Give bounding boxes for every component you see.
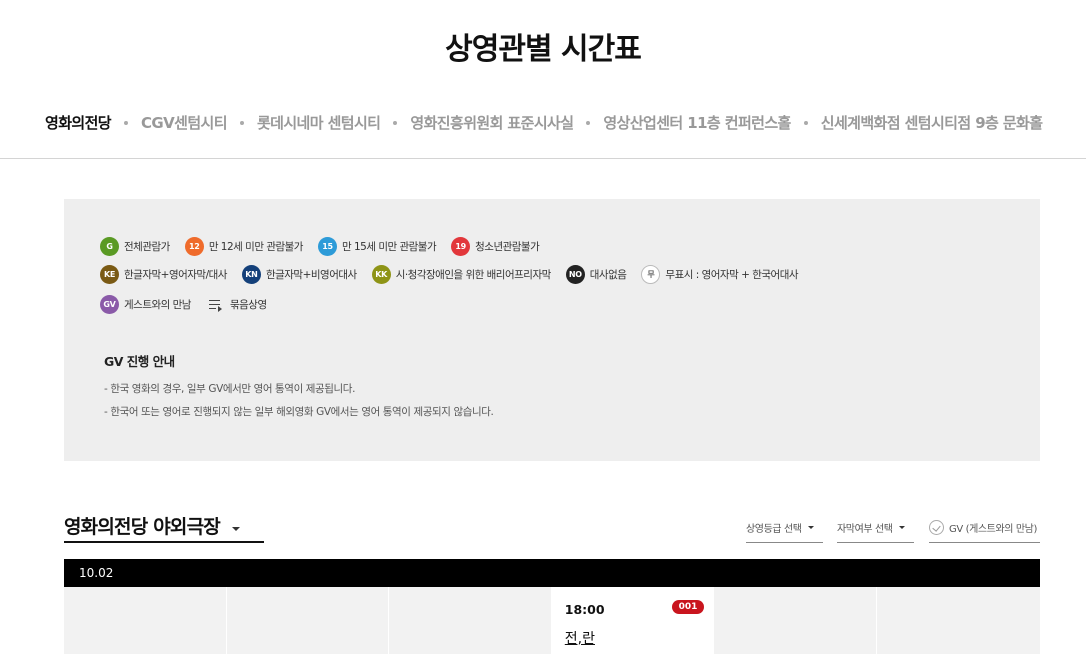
nav-separator bbox=[393, 120, 398, 125]
gv-filter-label: GV (게스트와의 만남) bbox=[949, 523, 1037, 535]
legend-item: GV 게스트와의 만남 bbox=[100, 295, 191, 314]
chevron-down-icon bbox=[898, 525, 905, 529]
show-card[interactable]: 18:00 001 전,란 bbox=[551, 587, 715, 654]
legend-box: G 전체관람가 12 만 12세 미만 관람불가 15 만 15세 미만 관람불가 19 청소… bbox=[64, 199, 1040, 461]
nav-separator bbox=[124, 120, 129, 125]
legend-label: 만 15세 미만 관람불가 bbox=[341, 241, 437, 253]
show-time: 18:00 bbox=[564, 602, 605, 617]
schedule-cell bbox=[877, 587, 1040, 654]
venue-tab[interactable]: 신세계백화점 센텀시티점 9층 문화홀 bbox=[821, 112, 1043, 133]
gv-filter-toggle[interactable]: GV (게스트와의 만남) bbox=[929, 512, 1040, 543]
rating-badge-g: G bbox=[100, 237, 119, 256]
nav-separator bbox=[803, 120, 808, 125]
rating-badge-무: 무 bbox=[641, 265, 661, 284]
venue-tab[interactable]: 롯데시네마 센텀시티 bbox=[257, 112, 381, 133]
rating-badge-12: 12 bbox=[184, 237, 204, 256]
legend-item: 12 만 12세 미만 관람불가 bbox=[184, 237, 304, 256]
rating-badge-no: NO bbox=[565, 265, 585, 284]
legend-label: 게스트와의 만남 bbox=[124, 299, 191, 311]
venue-tab[interactable]: 영상산업센터 11층 컨퍼런스홀 bbox=[603, 112, 791, 133]
legend-label: 한글자막+영어자막/대사 bbox=[124, 269, 227, 281]
legend-label: 전체관람가 bbox=[124, 241, 170, 253]
venue-tab[interactable]: 영화의전당 bbox=[45, 112, 112, 133]
legend-item: 15 만 15세 미만 관람불가 bbox=[317, 237, 437, 256]
legend-label: 무표시 : 영어자막 + 한국어대사 bbox=[665, 269, 799, 281]
schedule-cell bbox=[64, 587, 227, 654]
schedule-cell bbox=[714, 587, 877, 654]
legend-item: KN 한글자막+비영어대사 bbox=[241, 265, 357, 284]
schedule-grid: 18:00 001 전,란 bbox=[64, 587, 1040, 654]
legend-item: 무 무표시 : 영어자막 + 한국어대사 bbox=[641, 265, 799, 284]
rating-filter[interactable]: 상영등급 선택 bbox=[746, 512, 823, 543]
bundle-list-icon bbox=[208, 298, 224, 312]
theater-select-label: 영화의전당 야외극장 bbox=[64, 516, 221, 538]
gv-guide-title: GV 진행 안내 bbox=[104, 354, 175, 369]
legend-item: NO 대사없음 bbox=[565, 265, 627, 284]
subtitle-filter[interactable]: 자막여부 선택 bbox=[837, 512, 914, 543]
rating-badge-kk: KK bbox=[371, 265, 391, 284]
legend-label: 묶음상영 bbox=[229, 299, 267, 311]
venue-tab[interactable]: 영화진흥위원회 표준시사실 bbox=[410, 112, 574, 133]
legend-item: 19 청소년관람불가 bbox=[451, 237, 540, 256]
gv-guide-note: - 한국 영화의 경우, 일부 GV에서만 영어 통역이 제공됩니다. bbox=[104, 383, 356, 395]
chevron-down-icon bbox=[807, 525, 814, 529]
chevron-down-icon bbox=[231, 526, 240, 531]
legend-label: 대사없음 bbox=[589, 269, 627, 281]
schedule-cell bbox=[389, 587, 552, 654]
venue-tab[interactable]: CGV센텀시티 bbox=[141, 112, 228, 133]
rating-badge-ke: KE bbox=[100, 265, 119, 284]
date-bar: 10.02 bbox=[64, 559, 1040, 587]
schedule-date: 10.02 bbox=[79, 566, 114, 580]
legend-item: 묶음상영 bbox=[206, 297, 267, 312]
show-code-badge: 001 bbox=[671, 600, 705, 614]
subtitle-filter-label: 자막여부 선택 bbox=[837, 523, 893, 535]
nav-separator bbox=[239, 120, 244, 125]
nav-separator bbox=[586, 120, 591, 125]
rating-filter-label: 상영등급 선택 bbox=[746, 523, 802, 535]
rating-badge-15: 15 bbox=[317, 237, 337, 256]
gv-guide-note: - 한국어 또는 영어로 진행되지 않는 일부 해외영화 GV에서는 영어 통역… bbox=[104, 406, 494, 418]
legend-item: G 전체관람가 bbox=[100, 237, 170, 256]
check-circle-icon bbox=[929, 519, 944, 535]
nav-divider bbox=[0, 158, 1086, 159]
schedule-cell bbox=[227, 587, 390, 654]
legend-item: KK 시·청각장애인을 위한 배리어프리자막 bbox=[371, 265, 552, 284]
rating-badge-gv: GV bbox=[100, 295, 119, 314]
legend-label: 한글자막+비영어대사 bbox=[265, 269, 357, 281]
rating-badge-19: 19 bbox=[451, 237, 471, 256]
show-title-link[interactable]: 전,란 bbox=[565, 628, 595, 648]
page-title: 상영관별 시간표 bbox=[445, 32, 642, 67]
theater-select[interactable]: 영화의전당 야외극장 bbox=[64, 510, 264, 543]
rating-badge-kn: KN bbox=[241, 265, 261, 284]
legend-label: 시·청각장애인을 위한 배리어프리자막 bbox=[395, 269, 552, 281]
venue-nav: 영화의전당 CGV센텀시티 롯데시네마 센텀시티 영화진흥위원회 표준시사실 영상산업센… bbox=[0, 112, 1086, 136]
legend-label: 만 12세 미만 관람불가 bbox=[208, 241, 304, 253]
legend-item: KE 한글자막+영어자막/대사 bbox=[100, 265, 227, 284]
legend-label: 청소년관람불가 bbox=[475, 241, 540, 253]
